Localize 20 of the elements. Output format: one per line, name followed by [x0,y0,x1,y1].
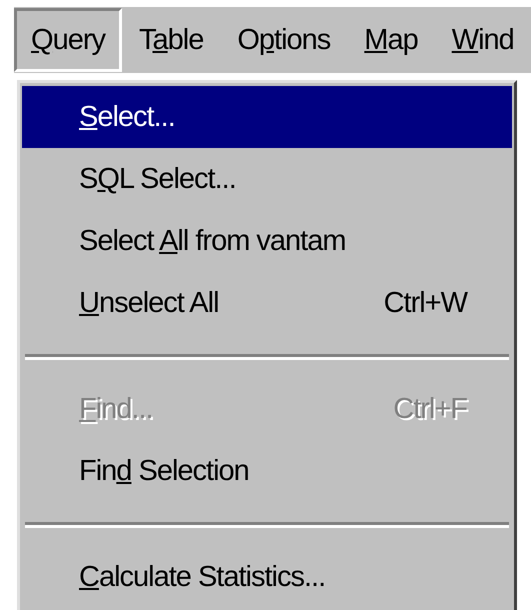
menu-item[interactable]: Select... [22,86,512,148]
menu-bar-item[interactable]: Wind [434,8,531,72]
shortcut-label: Ctrl+W [384,286,467,320]
menu-item[interactable]: SQL Select... [22,148,512,210]
menu-item[interactable]: Calculate Statistics... [22,546,512,608]
menu-item-label: Select... [79,100,176,134]
shortcut-label: Ctrl+F [393,392,467,426]
menu-bar-item[interactable]: Query [14,8,122,72]
menu-item-label: SQL Select... [79,162,237,196]
menu-item-label: Find Selection [79,454,250,488]
menu-item-label: Unselect All [79,286,220,320]
menu-item[interactable]: Find Selection [22,440,512,502]
menu-item[interactable]: Select All from vantam [22,210,512,272]
menu-item-label: Calculate Statistics... [79,560,326,594]
menu-item[interactable]: Unselect All Ctrl+W [22,272,512,334]
menu-bar-item[interactable]: Map [347,8,435,72]
menu-item-label: Find... [79,392,154,426]
menu-bar-item[interactable]: Options [220,8,348,72]
menu-item-label: Select All from vantam [79,224,347,258]
menu-bar-item[interactable]: Table [122,8,220,72]
